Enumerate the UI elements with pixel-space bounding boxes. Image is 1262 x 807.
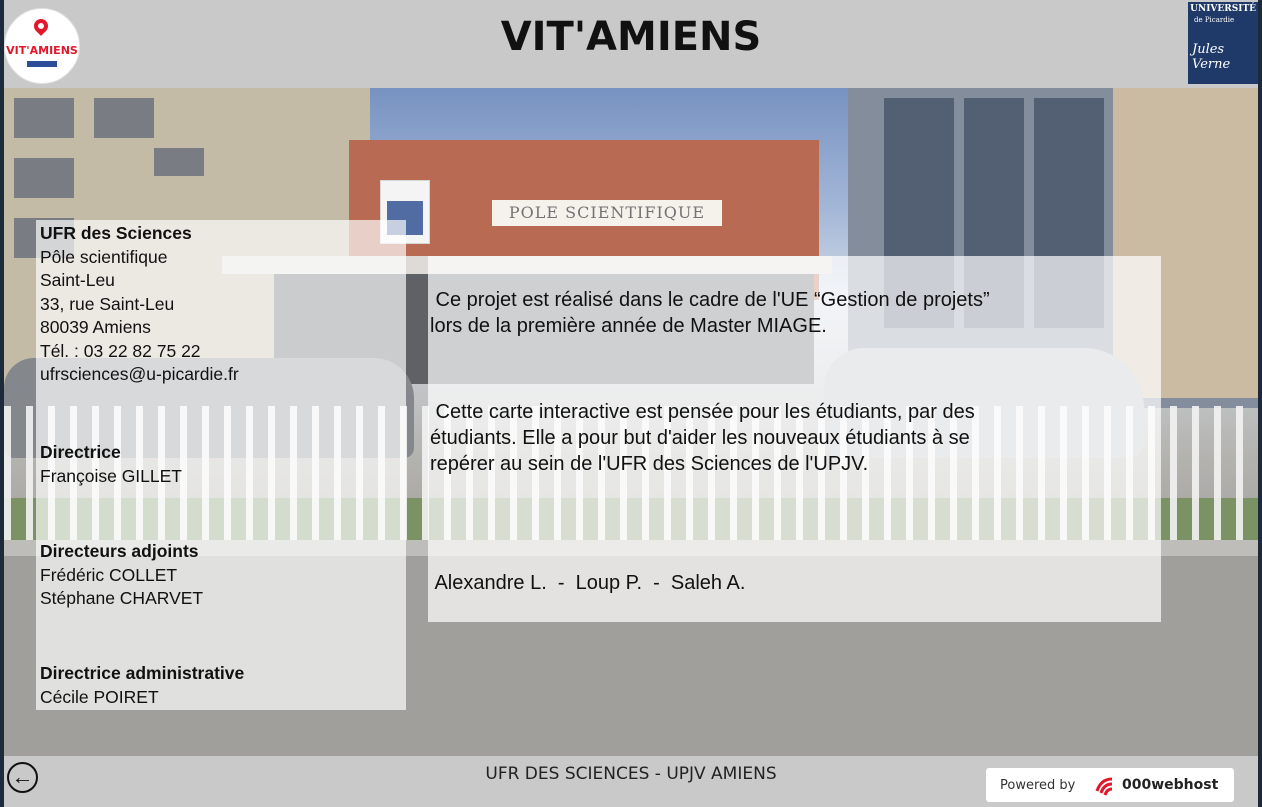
address-line: Pôle scientifique [40, 246, 168, 267]
logo-text: VIT'AMIENS [6, 44, 78, 57]
header-bar: VIT'AMIENS [4, 0, 1258, 88]
deputy-name: Stéphane CHARVET [40, 588, 204, 608]
address-line: 80039 Amiens [40, 317, 151, 337]
ufr-title: UFR des Sciences [40, 223, 192, 243]
address-line: Saint-Leu [40, 270, 115, 290]
university-logo-subtitle: de Picardie [1194, 16, 1235, 24]
email-address: ufrsciences@u-picardie.fr [40, 364, 239, 384]
about-paragraph-2-line-2: étudiants. Elle a pour but d'aider les n… [430, 427, 970, 449]
logo-stripe [27, 61, 57, 67]
powered-by-label: Powered by [1000, 778, 1076, 793]
admin-heading: Directrice administrative [40, 663, 245, 683]
director-name: Françoise GILLET [40, 465, 182, 486]
powered-by-brand: 000webhost [1122, 777, 1219, 793]
address-line: 33, rue Saint-Leu [40, 293, 175, 314]
deputies-heading: Directeurs adjoints [40, 541, 199, 561]
university-logo-signature: Jules Verne [1192, 42, 1231, 72]
vitamiens-logo[interactable]: VIT'AMIENS [4, 8, 80, 84]
ufr-info-panel: UFR des Sciences Pôle scientifique Saint… [36, 220, 406, 710]
project-about-panel: Ce projet est réalisé dans le cadre de l… [428, 256, 1161, 622]
window-frame-right [1258, 0, 1262, 807]
powered-by-badge[interactable]: Powered by 000webhost [986, 768, 1234, 802]
about-paragraph-2-line-1: Cette carte interactive est pensée pour … [430, 401, 975, 423]
about-paragraph-1-line-1: Ce projet est réalisé dans le cadre de l… [430, 289, 990, 311]
map-pin-icon [31, 16, 51, 36]
phone-number: Tél. : 03 22 82 75 22 [40, 340, 201, 361]
authors-line: Alexandre L. - Loup P. - Saleh A. [430, 572, 746, 594]
000webhost-icon [1095, 777, 1113, 796]
university-logo-text: UNIVERSITÉ [1190, 4, 1256, 14]
about-paragraph-1-line-2: lors de la première année de Master MIAG… [430, 315, 827, 337]
about-paragraph-2-line-3: repérer au sein de l'UFR des Sciences de… [430, 453, 869, 475]
deputy-name: Frédéric COLLET [40, 564, 178, 585]
university-logo[interactable]: UNIVERSITÉ de Picardie Jules Verne [1188, 2, 1258, 84]
footer-bar: ← UFR DES SCIENCES - UPJV AMIENS Powered… [4, 756, 1258, 807]
admin-name: Cécile POIRET [40, 686, 159, 707]
director-heading: Directrice [40, 442, 121, 462]
page-title: VIT'AMIENS [500, 14, 762, 60]
